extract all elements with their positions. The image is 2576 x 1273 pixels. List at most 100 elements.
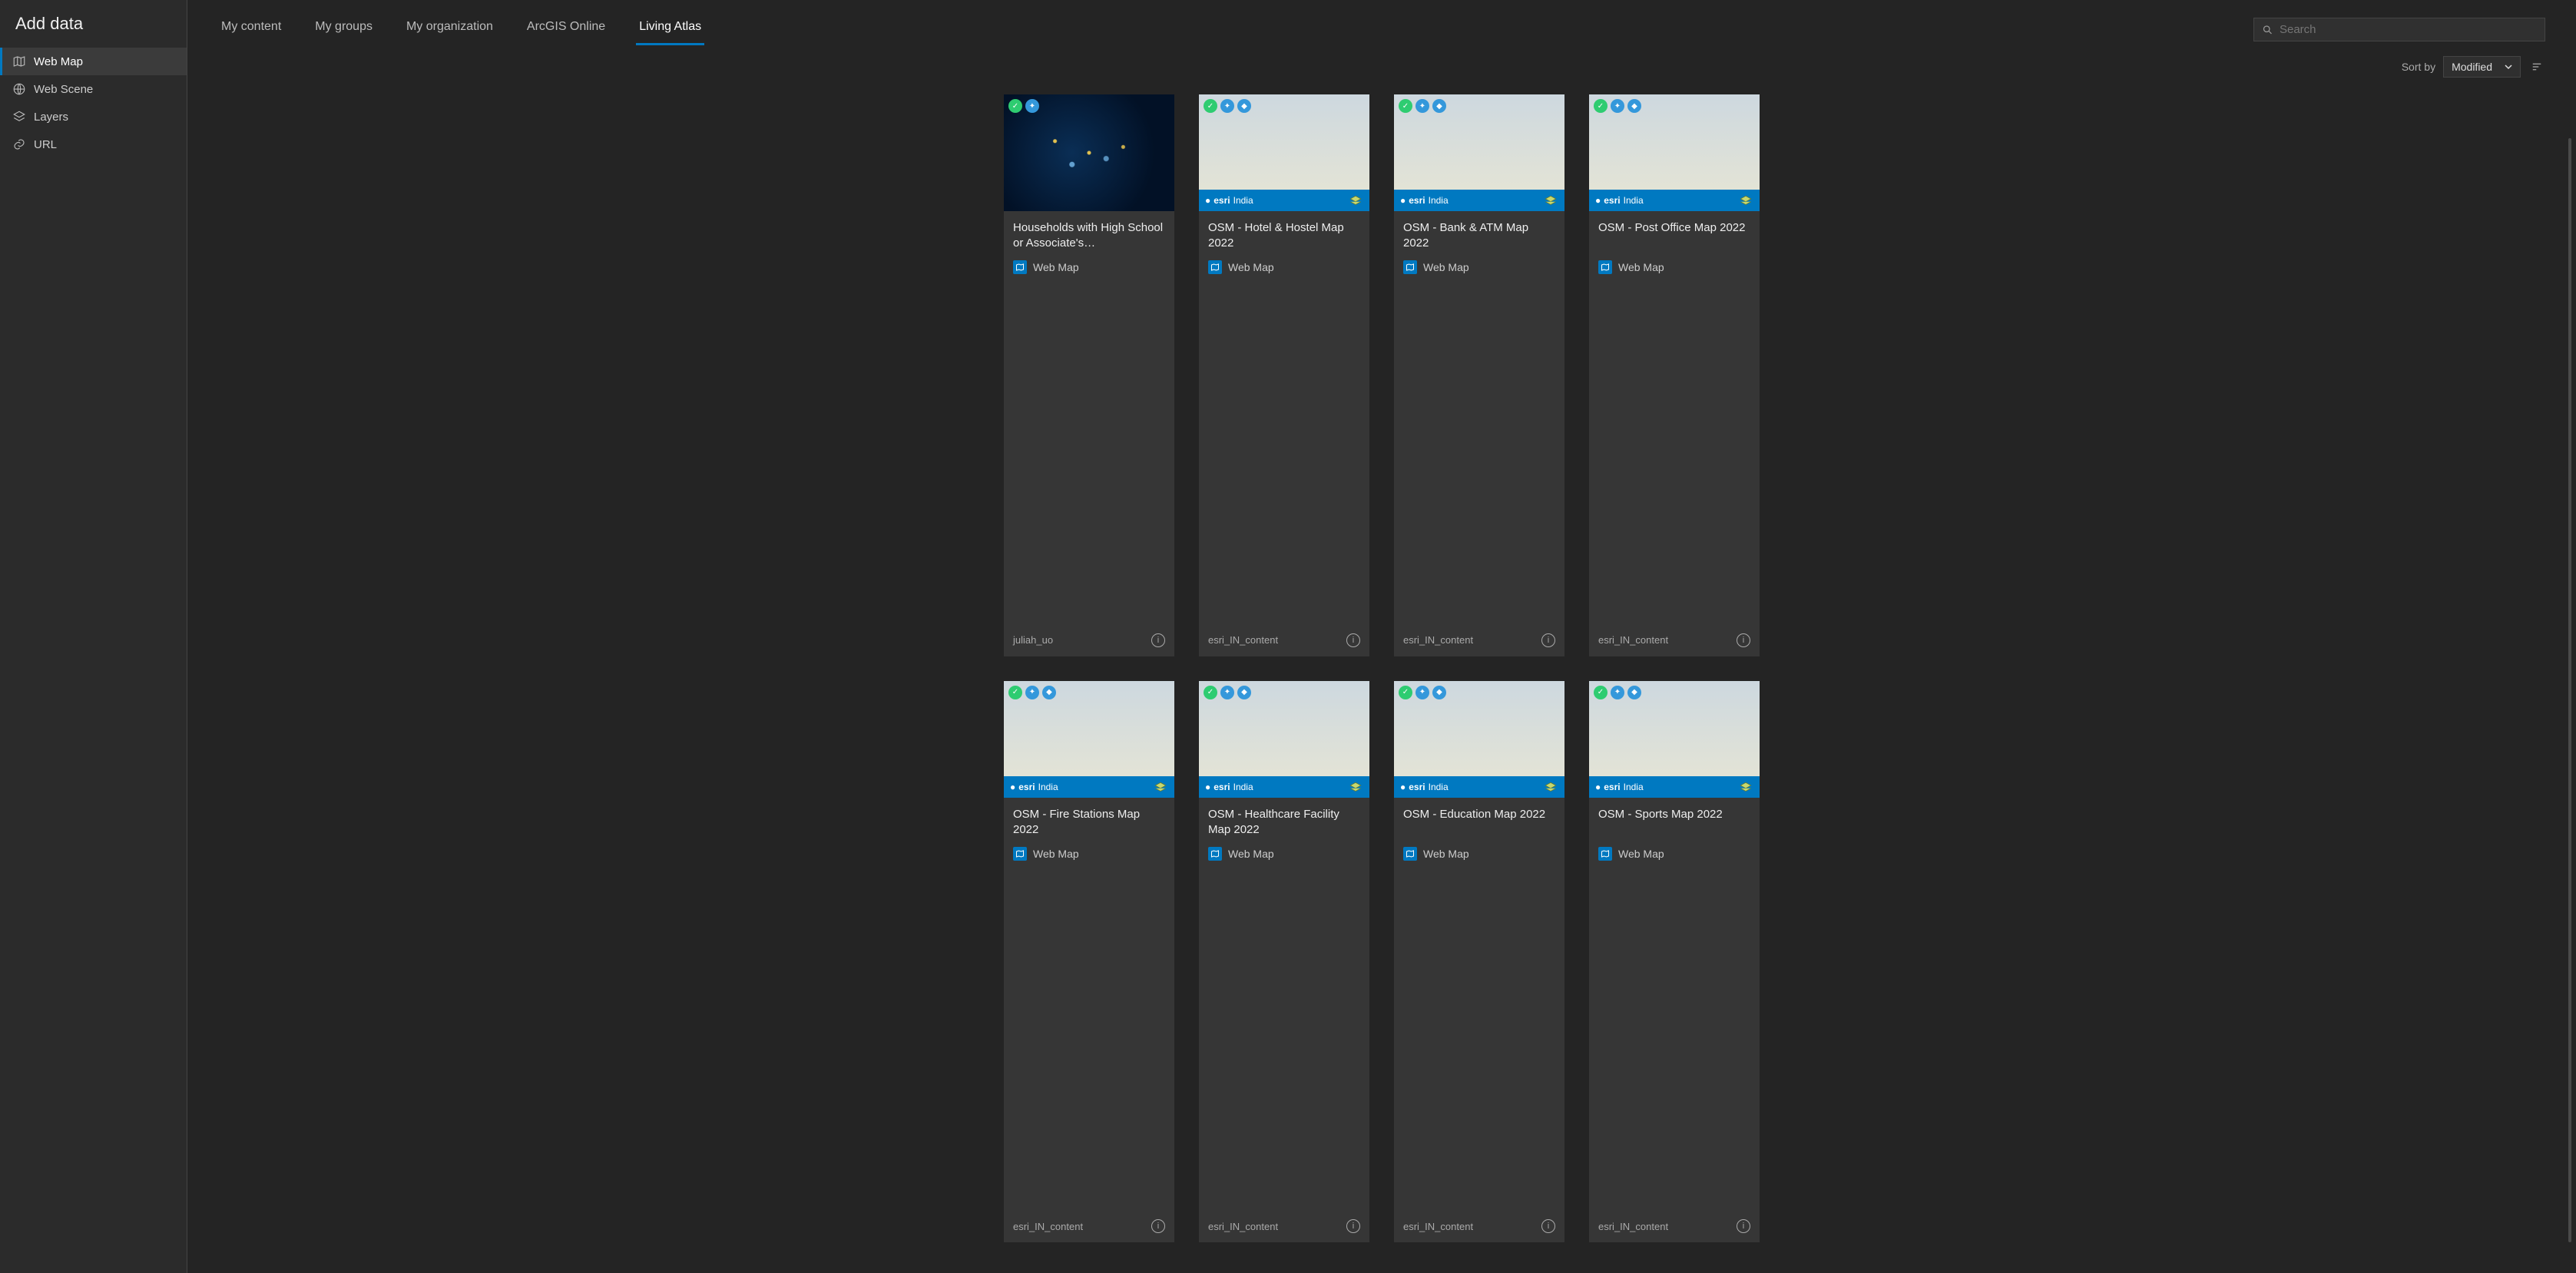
- result-card[interactable]: ✓ ✦ ◆ ● esri India: [1199, 681, 1369, 1243]
- layers-icon: [12, 110, 26, 124]
- tab-my-content[interactable]: My content: [218, 14, 284, 45]
- brand-region: India: [1624, 195, 1644, 206]
- info-button[interactable]: i: [1151, 633, 1165, 647]
- sidebar-item-label: Layers: [34, 111, 68, 124]
- map-icon: [12, 55, 26, 68]
- result-card[interactable]: ✓ ✦ ◆ ● esri India: [1004, 681, 1174, 1243]
- card-thumbnail: ✓ ✦ ◆ ● esri India: [1199, 94, 1369, 211]
- web-map-type-icon: [1403, 260, 1417, 274]
- result-card[interactable]: ✓ ✦ ◆ ● esri India: [1589, 94, 1760, 656]
- brand-logo-icon: ●: [1205, 195, 1210, 206]
- card-owner: esri_IN_content: [1208, 1221, 1278, 1232]
- brand-region: India: [1624, 782, 1644, 792]
- card-thumbnail: ✓ ✦ ◆ ● esri India: [1394, 681, 1564, 798]
- info-button[interactable]: i: [1541, 1219, 1555, 1233]
- authoritative-badge-icon: ✓: [1594, 686, 1608, 699]
- brand-region: India: [1429, 195, 1449, 206]
- brand-name: esri: [1409, 782, 1425, 792]
- web-map-type-icon: [1598, 260, 1612, 274]
- living-atlas-badge-icon: ✦: [1025, 99, 1039, 113]
- scrollbar[interactable]: [2568, 138, 2571, 1242]
- search-input[interactable]: [2280, 23, 2537, 36]
- brand-region: India: [1233, 782, 1253, 792]
- card-title: OSM - Bank & ATM Map 2022: [1403, 220, 1555, 253]
- web-map-type-icon: [1208, 847, 1222, 861]
- brand-name: esri: [1214, 782, 1230, 792]
- info-button[interactable]: i: [1151, 1219, 1165, 1233]
- link-icon: [12, 137, 26, 151]
- results-grid: ✓ ✦ Households with High School or Assoc…: [187, 78, 2576, 1273]
- sidebar-item-web-map[interactable]: Web Map: [0, 48, 187, 75]
- panel-title: Add data: [0, 0, 187, 48]
- search-field[interactable]: [2253, 18, 2545, 41]
- brand-region: India: [1429, 782, 1449, 792]
- info-button[interactable]: i: [1346, 633, 1360, 647]
- card-title: OSM - Post Office Map 2022: [1598, 220, 1750, 253]
- card-type-label: Web Map: [1033, 848, 1079, 860]
- web-map-type-icon: [1013, 260, 1027, 274]
- subscriber-badge-icon: ◆: [1432, 99, 1446, 113]
- globe-icon: [12, 82, 26, 96]
- brand-name: esri: [1409, 195, 1425, 206]
- brand-name: esri: [1018, 782, 1035, 792]
- card-type-label: Web Map: [1228, 848, 1274, 860]
- sidebar-item-url[interactable]: URL: [0, 131, 187, 158]
- layers-stack-icon: [1738, 781, 1753, 795]
- sort-select[interactable]: Modified: [2443, 56, 2521, 78]
- tab-my-groups[interactable]: My groups: [312, 14, 376, 45]
- authoritative-badge-icon: ✓: [1399, 99, 1412, 113]
- living-atlas-badge-icon: ✦: [1415, 99, 1429, 113]
- living-atlas-badge-icon: ✦: [1220, 686, 1234, 699]
- subscriber-badge-icon: ◆: [1042, 686, 1056, 699]
- info-button[interactable]: i: [1737, 633, 1750, 647]
- brand-name: esri: [1214, 195, 1230, 206]
- result-card[interactable]: ✓ ✦ Households with High School or Assoc…: [1004, 94, 1174, 656]
- sidebar-item-label: Web Scene: [34, 83, 93, 96]
- tab-living-atlas[interactable]: Living Atlas: [636, 14, 704, 45]
- layers-stack-icon: [1153, 781, 1168, 795]
- source-tabs: My content My groups My organization Arc…: [218, 14, 704, 45]
- card-thumbnail: ✓ ✦ ◆ ● esri India: [1589, 681, 1760, 798]
- thumbnail-brand-band: ● esri India: [1199, 190, 1369, 211]
- result-card[interactable]: ✓ ✦ ◆ ● esri India: [1394, 94, 1564, 656]
- chevron-down-icon: [2505, 63, 2512, 71]
- card-owner: esri_IN_content: [1013, 1221, 1083, 1232]
- thumbnail-brand-band: ● esri India: [1004, 776, 1174, 798]
- thumbnail-brand-band: ● esri India: [1589, 190, 1760, 211]
- result-card[interactable]: ✓ ✦ ◆ ● esri India: [1394, 681, 1564, 1243]
- thumbnail-brand-band: ● esri India: [1394, 776, 1564, 798]
- card-thumbnail: ✓ ✦ ◆ ● esri India: [1589, 94, 1760, 211]
- card-owner: esri_IN_content: [1208, 634, 1278, 646]
- layers-stack-icon: [1348, 194, 1363, 208]
- web-map-type-icon: [1403, 847, 1417, 861]
- sort-direction-button[interactable]: [2528, 58, 2545, 75]
- card-type-label: Web Map: [1423, 848, 1469, 860]
- sidebar-item-label: URL: [34, 138, 57, 151]
- layers-stack-icon: [1738, 194, 1753, 208]
- authoritative-badge-icon: ✓: [1204, 686, 1217, 699]
- layers-stack-icon: [1543, 781, 1558, 795]
- authoritative-badge-icon: ✓: [1008, 99, 1022, 113]
- main-panel: My content My groups My organization Arc…: [187, 0, 2576, 1273]
- card-type-label: Web Map: [1033, 261, 1079, 273]
- living-atlas-badge-icon: ✦: [1611, 99, 1624, 113]
- subscriber-badge-icon: ◆: [1627, 686, 1641, 699]
- layers-stack-icon: [1543, 194, 1558, 208]
- tab-my-organization[interactable]: My organization: [403, 14, 496, 45]
- living-atlas-badge-icon: ✦: [1220, 99, 1234, 113]
- sidebar-item-web-scene[interactable]: Web Scene: [0, 75, 187, 103]
- tab-arcgis-online[interactable]: ArcGIS Online: [524, 14, 608, 45]
- brand-name: esri: [1604, 782, 1620, 792]
- info-button[interactable]: i: [1541, 633, 1555, 647]
- authoritative-badge-icon: ✓: [1594, 99, 1608, 113]
- sidebar-item-layers[interactable]: Layers: [0, 103, 187, 131]
- result-card[interactable]: ✓ ✦ ◆ ● esri India: [1589, 681, 1760, 1243]
- brand-logo-icon: ●: [1595, 782, 1601, 792]
- card-type-label: Web Map: [1423, 261, 1469, 273]
- result-card[interactable]: ✓ ✦ ◆ ● esri India: [1199, 94, 1369, 656]
- card-thumbnail: ✓ ✦ ◆ ● esri India: [1394, 94, 1564, 211]
- info-button[interactable]: i: [1346, 1219, 1360, 1233]
- info-button[interactable]: i: [1737, 1219, 1750, 1233]
- brand-region: India: [1233, 195, 1253, 206]
- card-owner: esri_IN_content: [1403, 1221, 1473, 1232]
